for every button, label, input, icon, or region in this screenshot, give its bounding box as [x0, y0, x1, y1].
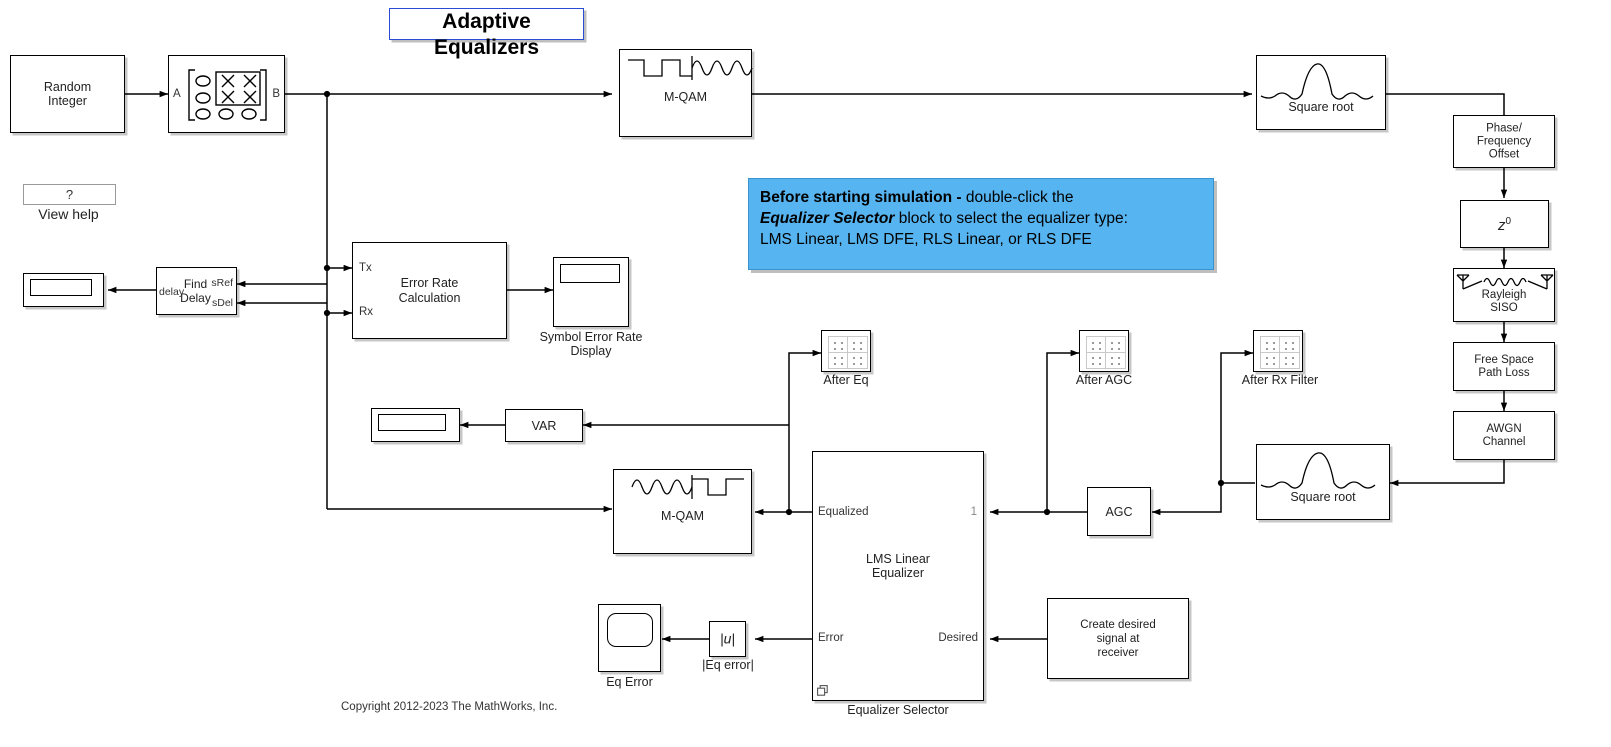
variable-delay-label: z0: [1461, 215, 1548, 233]
mqam-demodulator-block[interactable]: M-QAM: [613, 469, 752, 554]
z-exponent: 0: [1505, 216, 1512, 227]
bit-to-integer-port-a: A: [173, 88, 181, 100]
simulation-instructions-note: Before starting simulation - double-clic…: [748, 178, 1214, 270]
bit-to-integer-port-b: B: [272, 88, 280, 100]
page-title-text: Adaptive Equalizers: [433, 10, 540, 59]
find-delay-port-sref: sRef: [211, 277, 233, 289]
phase-frequency-offset-block[interactable]: Phase/ Frequency Offset: [1453, 115, 1555, 168]
mqam-modulator-label: M-QAM: [663, 90, 708, 105]
agc-block[interactable]: AGC: [1087, 487, 1151, 536]
after-agc-constellation-block[interactable]: [1079, 330, 1129, 372]
find-delay-port-delay: delay: [159, 286, 185, 298]
abs-symbol: |u|: [719, 630, 736, 647]
view-help-caption: View help: [38, 206, 99, 222]
note-lead: Before starting simulation - double-clic…: [760, 189, 1074, 206]
create-desired-signal-label: Create desired signal at receiver: [1080, 618, 1156, 659]
error-rate-port-rx: Rx: [359, 306, 374, 318]
note-emphasis: Equalizer Selector: [760, 210, 895, 227]
page-title: Adaptive Equalizers: [389, 8, 584, 59]
after-rx-filter-constellation-block[interactable]: [1253, 330, 1303, 372]
mqam-modulator-block[interactable]: M-QAM: [619, 49, 753, 137]
eq-error-scope-block[interactable]: [598, 604, 661, 672]
rayleigh-siso-block[interactable]: Rayleigh SISO: [1453, 268, 1555, 322]
symbol-error-rate-display-caption: Symbol Error Rate Display: [539, 330, 643, 358]
agc-label: AGC: [1105, 504, 1133, 519]
var-label: VAR: [531, 418, 557, 433]
awgn-channel-label: AWGN Channel: [1482, 422, 1526, 448]
eq-error-scope-caption: Eq Error: [606, 675, 653, 689]
free-space-path-loss-label: Free Space Path Loss: [1474, 353, 1534, 379]
error-rate-calculation-block[interactable]: Error Rate Calculation Tx Rx: [352, 242, 507, 339]
scope-screen: [607, 613, 653, 647]
random-integer-label: Random Integer: [43, 80, 92, 108]
find-delay-port-sdel: sDel: [211, 297, 233, 309]
var-display-block[interactable]: [371, 408, 460, 442]
error-rate-calculation-label: Error Rate Calculation: [398, 275, 461, 305]
display-readout: [560, 264, 620, 283]
var-block[interactable]: VAR: [505, 409, 583, 442]
abs-block-caption: |Eq error|: [702, 658, 754, 672]
display-readout: [30, 279, 92, 296]
rx-filter-label: Square root: [1290, 489, 1356, 504]
matrix-icon: [188, 69, 267, 121]
subsystem-corner-icon: [817, 685, 828, 696]
delay-display-block[interactable]: [23, 273, 104, 307]
tx-raised-cosine-filter-block[interactable]: Square root: [1256, 55, 1386, 130]
equalizer-port-error: Error: [818, 632, 844, 644]
rx-raised-cosine-filter-block[interactable]: Square root: [1256, 444, 1390, 520]
after-agc-scope-caption: After AGC: [1075, 373, 1133, 387]
after-rx-filter-scope-caption: After Rx Filter: [1241, 373, 1319, 387]
raised-cosine-icon: [1260, 452, 1376, 489]
phase-frequency-offset-label: Phase/ Frequency Offset: [1476, 122, 1532, 160]
after-eq-scope-caption: After Eq: [823, 373, 869, 387]
symbol-error-rate-display-block[interactable]: [553, 257, 629, 327]
error-rate-port-tx: Tx: [359, 262, 372, 274]
variable-delay-block[interactable]: z0: [1460, 200, 1549, 248]
copyright-text: Copyright 2012-2023 The MathWorks, Inc.: [341, 701, 558, 713]
tx-filter-label: Square root: [1288, 100, 1354, 115]
constellation-icon: [1086, 336, 1126, 369]
equalizer-port-one: 1: [970, 506, 977, 518]
constellation-icon: [1260, 336, 1300, 369]
note-line2: block to select the equalizer type:: [894, 210, 1128, 227]
mqam-demodulator-label: M-QAM: [660, 509, 705, 524]
rayleigh-siso-label: Rayleigh SISO: [1481, 288, 1527, 314]
abs-label: |u|: [710, 632, 745, 647]
create-desired-signal-block[interactable]: Create desired signal at receiver: [1047, 598, 1189, 679]
constellation-icon: [828, 336, 868, 369]
view-help-button[interactable]: ?: [23, 184, 116, 205]
display-readout: [378, 414, 446, 431]
equalizer-selector-block[interactable]: LMS Linear Equalizer Equalized Error 1 D…: [812, 451, 984, 701]
after-eq-constellation-block[interactable]: [821, 330, 871, 372]
equalizer-port-desired: Desired: [938, 632, 978, 644]
note-line3: LMS Linear, LMS DFE, RLS Linear, or RLS …: [760, 231, 1092, 248]
find-delay-block[interactable]: Find Delay delay sRef sDel: [156, 267, 237, 315]
free-space-path-loss-block[interactable]: Free Space Path Loss: [1453, 342, 1555, 391]
bit-to-integer-block[interactable]: A B: [168, 55, 285, 133]
random-integer-block[interactable]: Random Integer: [10, 55, 125, 133]
awgn-channel-block[interactable]: AWGN Channel: [1453, 411, 1555, 460]
equalizer-selector-caption: Equalizer Selector: [847, 703, 949, 717]
equalizer-selector-label: LMS Linear Equalizer: [866, 552, 930, 581]
equalizer-port-equalized: Equalized: [818, 506, 869, 518]
raised-cosine-icon: [1260, 63, 1374, 100]
abs-block[interactable]: |u|: [709, 621, 746, 657]
